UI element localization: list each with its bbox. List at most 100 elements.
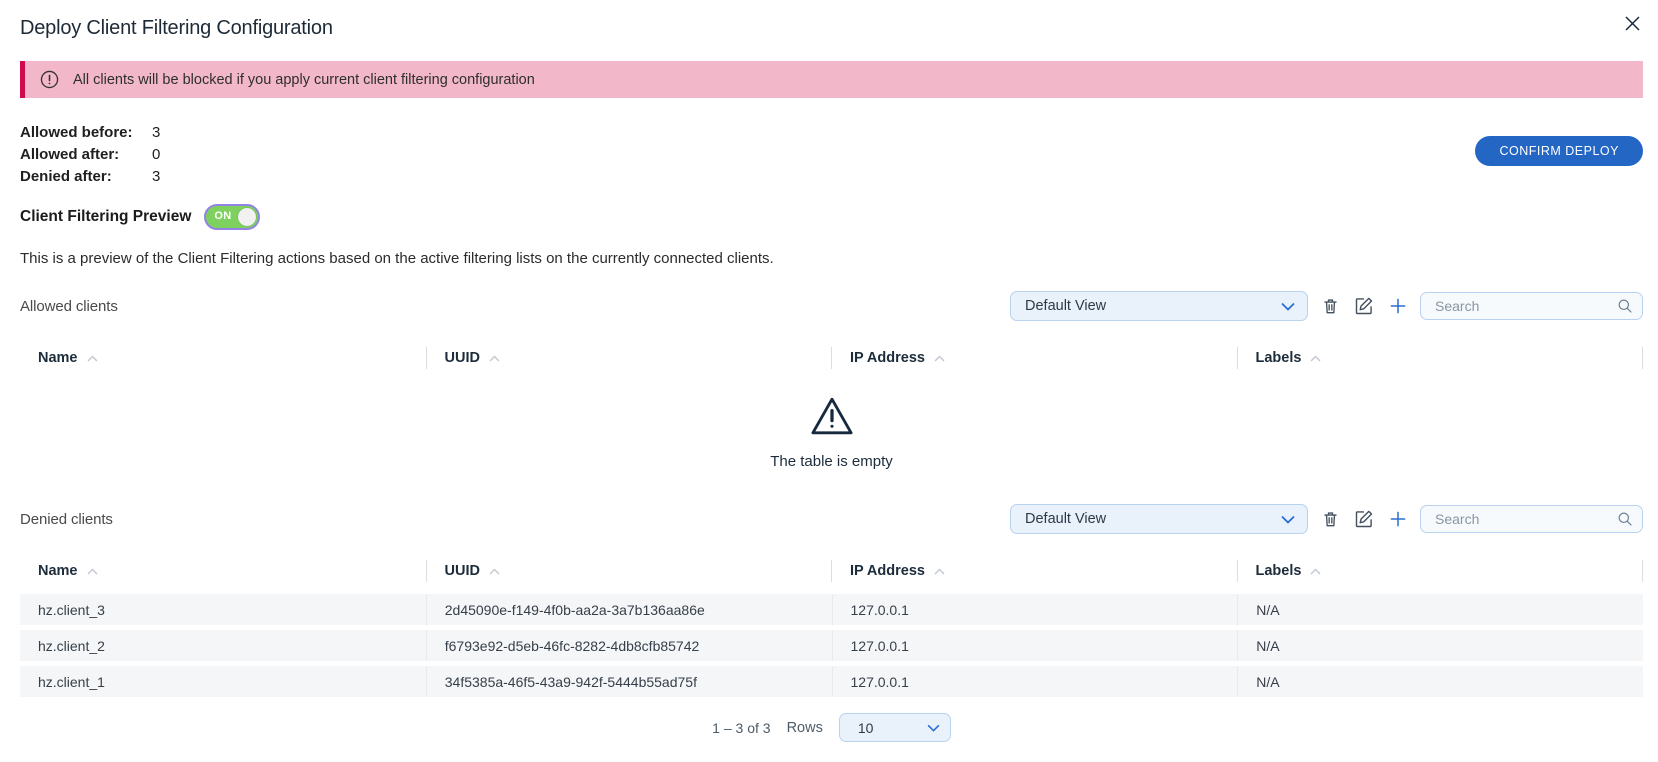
allowed-search-box [1420, 292, 1643, 320]
edit-icon [1354, 509, 1374, 529]
column-header-label: UUID [445, 563, 480, 579]
stat-value: 3 [152, 166, 160, 188]
sort-caret-icon [1310, 568, 1321, 575]
sort-caret-icon [934, 568, 945, 575]
stat-label: Denied after: [20, 166, 152, 188]
column-header-uuid[interactable]: UUID [426, 560, 832, 582]
denied-table-header: Name UUID IP Address Labels [20, 560, 1643, 582]
search-icon [1617, 511, 1633, 527]
preview-description: This is a preview of the Client Filterin… [20, 250, 1643, 267]
sort-caret-icon [1310, 355, 1321, 362]
page-size-select[interactable]: 10 [839, 713, 951, 742]
denied-search-box [1420, 505, 1643, 533]
column-header-label: IP Address [850, 563, 925, 579]
chevron-down-icon [1281, 515, 1295, 524]
allowed-section-header: Allowed clients Default View [20, 291, 1643, 321]
plus-icon [1388, 296, 1408, 316]
column-header-ip[interactable]: IP Address [831, 560, 1237, 582]
empty-state: The table is empty [20, 395, 1643, 470]
stat-value: 3 [152, 122, 160, 144]
allowed-controls: Default View [1010, 291, 1643, 321]
column-header-labels[interactable]: Labels [1237, 347, 1643, 369]
stat-label: Allowed before: [20, 122, 152, 144]
trash-icon [1321, 296, 1340, 316]
denied-table: Name UUID IP Address Labels hz.client_3 … [20, 560, 1643, 697]
cell-labels: N/A [1237, 594, 1643, 625]
allowed-section-title: Allowed clients [20, 298, 118, 315]
cell-uuid: f6793e92-d5eb-46fc-8282-4db8cfb85742 [426, 630, 832, 661]
denied-section-title: Denied clients [20, 511, 113, 528]
pagination-range: 1 – 3 of 3 [712, 720, 770, 736]
dialog-header: Deploy Client Filtering Configuration [20, 15, 1643, 41]
warning-banner-text: All clients will be blocked if you apply… [73, 72, 535, 88]
warning-triangle-icon [809, 395, 855, 437]
denied-table-body: hz.client_3 2d45090e-f149-4f0b-aa2a-3a7b… [20, 594, 1643, 697]
cell-name: hz.client_2 [20, 630, 426, 661]
confirm-deploy-button[interactable]: CONFIRM DEPLOY [1475, 136, 1643, 166]
column-header-label: Labels [1256, 350, 1302, 366]
allowed-table-header: Name UUID IP Address Labels [20, 347, 1643, 369]
column-header-uuid[interactable]: UUID [426, 347, 832, 369]
stats-row: Allowed before: 3 Allowed after: 0 Denie… [20, 122, 1643, 188]
delete-view-button[interactable] [1318, 507, 1342, 531]
cell-labels: N/A [1237, 666, 1643, 697]
toggle-knob [238, 208, 256, 226]
sort-caret-icon [87, 568, 98, 575]
confirm-area: CONFIRM DEPLOY [1475, 122, 1643, 188]
allowed-search-input[interactable] [1433, 297, 1617, 315]
sort-caret-icon [934, 355, 945, 362]
plus-icon [1388, 509, 1408, 529]
column-header-label: Name [38, 350, 78, 366]
stat-denied-after: Denied after: 3 [20, 166, 160, 188]
add-view-button[interactable] [1386, 507, 1410, 531]
denied-view-select[interactable]: Default View [1010, 504, 1308, 534]
add-view-button[interactable] [1386, 294, 1410, 318]
column-header-label: UUID [445, 350, 480, 366]
chevron-down-icon [927, 724, 940, 732]
stat-allowed-after: Allowed after: 0 [20, 144, 160, 166]
deploy-dialog: Deploy Client Filtering Configuration Al… [0, 0, 1658, 762]
sort-caret-icon [489, 568, 500, 575]
alert-circle-icon [39, 69, 60, 90]
denied-controls: Default View [1010, 504, 1643, 534]
allowed-table: Name UUID IP Address Labels [20, 347, 1643, 470]
page-size-value: 10 [858, 720, 874, 736]
cell-ip: 127.0.0.1 [832, 594, 1238, 625]
sort-caret-icon [87, 355, 98, 362]
cell-labels: N/A [1237, 630, 1643, 661]
column-header-name[interactable]: Name [20, 347, 426, 369]
cell-uuid: 34f5385a-46f5-43a9-942f-5444b55ad75f [426, 666, 832, 697]
chevron-down-icon [1281, 302, 1295, 311]
toggle-state-text: ON [214, 210, 231, 222]
table-row: hz.client_1 34f5385a-46f5-43a9-942f-5444… [20, 666, 1643, 697]
close-button[interactable] [1622, 13, 1643, 37]
allowed-view-select[interactable]: Default View [1010, 291, 1308, 321]
edit-icon [1354, 296, 1374, 316]
column-header-name[interactable]: Name [20, 560, 426, 582]
cell-name: hz.client_3 [20, 594, 426, 625]
stats-block: Allowed before: 3 Allowed after: 0 Denie… [20, 122, 160, 188]
client-filtering-preview-toggle[interactable]: ON [204, 204, 260, 230]
empty-table-text: The table is empty [770, 453, 893, 470]
view-select-value: Default View [1025, 298, 1106, 314]
warning-banner: All clients will be blocked if you apply… [20, 61, 1643, 98]
delete-view-button[interactable] [1318, 294, 1342, 318]
column-header-ip[interactable]: IP Address [831, 347, 1237, 369]
column-header-labels[interactable]: Labels [1237, 560, 1643, 582]
table-row: hz.client_2 f6793e92-d5eb-46fc-8282-4db8… [20, 630, 1643, 661]
preview-toggle-label: Client Filtering Preview [20, 208, 191, 226]
table-row: hz.client_3 2d45090e-f149-4f0b-aa2a-3a7b… [20, 594, 1643, 625]
stat-value: 0 [152, 144, 160, 166]
edit-view-button[interactable] [1352, 294, 1376, 318]
denied-search-input[interactable] [1433, 510, 1617, 528]
pagination: 1 – 3 of 3 Rows 10 [20, 713, 1643, 742]
rows-label: Rows [787, 720, 823, 736]
cell-uuid: 2d45090e-f149-4f0b-aa2a-3a7b136aa86e [426, 594, 832, 625]
page-title: Deploy Client Filtering Configuration [20, 15, 333, 41]
cell-ip: 127.0.0.1 [832, 666, 1238, 697]
column-header-label: Name [38, 563, 78, 579]
sort-caret-icon [489, 355, 500, 362]
view-select-value: Default View [1025, 511, 1106, 527]
close-icon [1624, 20, 1641, 35]
edit-view-button[interactable] [1352, 507, 1376, 531]
